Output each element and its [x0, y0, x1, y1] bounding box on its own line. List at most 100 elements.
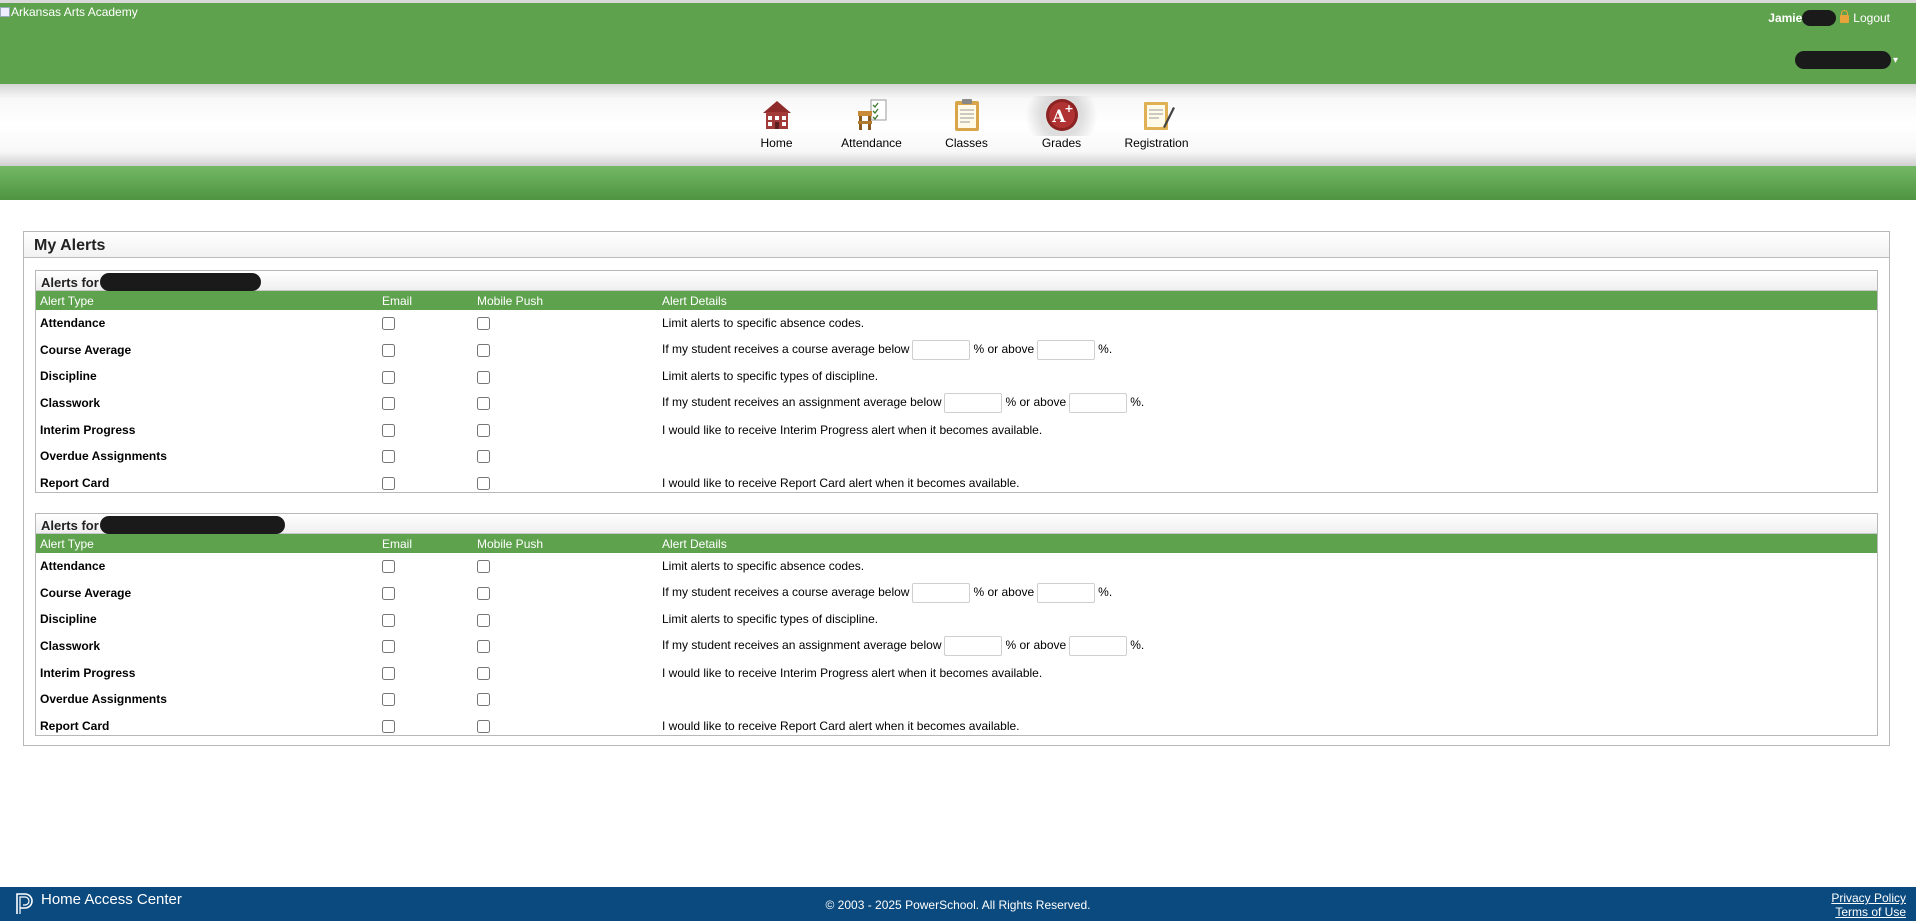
table-header-row: Alert Type Email Mobile Push Alert Detai…	[36, 291, 1877, 310]
mobile-push-checkbox[interactable]	[477, 587, 490, 601]
email-checkbox[interactable]	[382, 344, 395, 358]
mobile-push-checkbox[interactable]	[477, 450, 490, 464]
email-checkbox[interactable]	[382, 370, 395, 384]
redacted-surname	[1802, 10, 1837, 26]
lock-icon	[1840, 10, 1850, 23]
email-checkbox[interactable]	[382, 640, 395, 654]
col-alert-type: Alert Type	[40, 293, 94, 308]
above-percent-input[interactable]	[1069, 636, 1128, 657]
email-checkbox[interactable]	[382, 720, 395, 734]
col-alert-details: Alert Details	[662, 536, 727, 551]
nav-registration[interactable]: Registration	[1109, 96, 1204, 150]
nav-attendance[interactable]: Attendance	[824, 96, 919, 150]
privacy-policy-link[interactable]: Privacy Policy	[1831, 891, 1906, 905]
nav-home-label: Home	[760, 136, 793, 150]
col-mobile-push: Mobile Push	[477, 536, 544, 551]
mobile-push-checkbox[interactable]	[477, 640, 490, 654]
mobile-push-checkbox[interactable]	[477, 344, 490, 358]
alert-details: I would like to receive Report Card aler…	[662, 475, 1020, 490]
mobile-push-checkbox[interactable]	[477, 423, 490, 437]
below-percent-input[interactable]	[912, 582, 971, 603]
alerts-table: Alert Type Email Mobile Push Alert Detai…	[36, 534, 1877, 739]
mobile-push-checkbox[interactable]	[477, 666, 490, 680]
table-row: Course Average If my student receives a …	[36, 580, 1877, 607]
table-row: Overdue Assignments	[36, 686, 1877, 713]
student-alerts-heading: Alerts for	[36, 514, 1877, 534]
mobile-push-checkbox[interactable]	[477, 693, 490, 707]
above-percent-input[interactable]	[1069, 393, 1128, 414]
above-percent-input[interactable]	[1037, 339, 1096, 360]
nav-attendance-label: Attendance	[841, 136, 902, 150]
nav-classes[interactable]: Classes	[919, 96, 1014, 150]
mobile-push-checkbox[interactable]	[477, 720, 490, 734]
table-row: Course Average If my student receives a …	[36, 337, 1877, 364]
alert-details: I would like to receive Interim Progress…	[662, 422, 1043, 437]
alert-details[interactable]: Limit alerts to specific absence codes.	[658, 310, 1877, 337]
email-checkbox[interactable]	[382, 587, 395, 601]
col-email: Email	[382, 293, 413, 308]
mobile-push-checkbox[interactable]	[477, 397, 490, 411]
alert-type: Report Card	[40, 718, 110, 733]
school-logo[interactable]: Arkansas Arts Academy	[0, 5, 138, 19]
details-mid-text: % or above	[1005, 638, 1067, 653]
email-checkbox[interactable]	[382, 317, 395, 331]
footer-links: Privacy Policy Terms of Use	[1831, 891, 1906, 919]
alert-type: Discipline	[40, 369, 97, 384]
mobile-push-checkbox[interactable]	[477, 370, 490, 384]
nav-grades[interactable]: A + Grades	[1014, 96, 1109, 150]
email-checkbox[interactable]	[382, 693, 395, 707]
house-icon	[762, 101, 791, 129]
broken-image-icon	[0, 7, 10, 17]
mobile-push-checkbox[interactable]	[477, 477, 490, 491]
col-alert-type: Alert Type	[40, 536, 94, 551]
chevron-down-icon[interactable]: ▾	[1893, 55, 1898, 66]
alert-type: Interim Progress	[40, 665, 136, 680]
redacted-student-name	[99, 273, 261, 291]
details-text: If my student receives a course average …	[662, 585, 910, 600]
email-checkbox[interactable]	[382, 666, 395, 680]
email-checkbox[interactable]	[382, 423, 395, 437]
student-alerts-heading: Alerts for	[36, 271, 1877, 291]
email-checkbox[interactable]	[382, 450, 395, 464]
table-row: Report Card I would like to receive Repo…	[36, 470, 1877, 497]
terms-of-use-link[interactable]: Terms of Use	[1831, 905, 1906, 919]
alert-details[interactable]: Limit alerts to specific types of discip…	[658, 606, 1877, 633]
nav-classes-label: Classes	[945, 136, 988, 150]
my-alerts-panel: My Alerts Alerts for Alert Type Email Mo…	[23, 231, 1890, 746]
below-percent-input[interactable]	[944, 393, 1003, 414]
table-header-row: Alert Type Email Mobile Push Alert Detai…	[36, 534, 1877, 553]
user-box: Jamie Logout	[1768, 10, 1890, 26]
below-percent-input[interactable]	[944, 636, 1003, 657]
details-text: If my student receives an assignment ave…	[662, 638, 942, 653]
alert-details: If my student receives an assignment ave…	[658, 633, 1877, 660]
email-checkbox[interactable]	[382, 613, 395, 627]
table-row: Interim Progress I would like to receive…	[36, 659, 1877, 686]
mobile-push-checkbox[interactable]	[477, 613, 490, 627]
details-text: If my student receives an assignment ave…	[662, 395, 942, 410]
details-mid-text: % or above	[1005, 395, 1067, 410]
alert-details[interactable]: Limit alerts to specific absence codes.	[658, 553, 1877, 580]
alert-type: Classwork	[40, 396, 101, 411]
above-percent-input[interactable]	[1037, 582, 1096, 603]
page-title: My Alerts	[24, 232, 1889, 258]
details-suffix: %.	[1098, 585, 1113, 600]
details-mid-text: % or above	[973, 342, 1035, 357]
alert-details: I would like to receive Interim Progress…	[662, 665, 1043, 680]
alert-details[interactable]: Limit alerts to specific types of discip…	[658, 363, 1877, 390]
email-checkbox[interactable]	[382, 397, 395, 411]
logout-link[interactable]: Logout	[1853, 11, 1890, 25]
col-alert-details: Alert Details	[662, 293, 727, 308]
below-percent-input[interactable]	[912, 339, 971, 360]
mobile-push-checkbox[interactable]	[477, 560, 490, 574]
table-row: Attendance Limit alerts to specific abse…	[36, 310, 1877, 337]
alerts-for-label: Alerts for	[41, 517, 99, 533]
email-checkbox[interactable]	[382, 477, 395, 491]
details-suffix: %.	[1130, 395, 1145, 410]
email-checkbox[interactable]	[382, 560, 395, 574]
alert-type: Attendance	[40, 559, 106, 574]
alert-details: If my student receives a course average …	[658, 337, 1877, 364]
nav-home[interactable]: Home	[729, 96, 824, 150]
student-selector[interactable]: ▾	[1794, 51, 1898, 69]
alert-type: Course Average	[40, 585, 132, 600]
mobile-push-checkbox[interactable]	[477, 317, 490, 331]
